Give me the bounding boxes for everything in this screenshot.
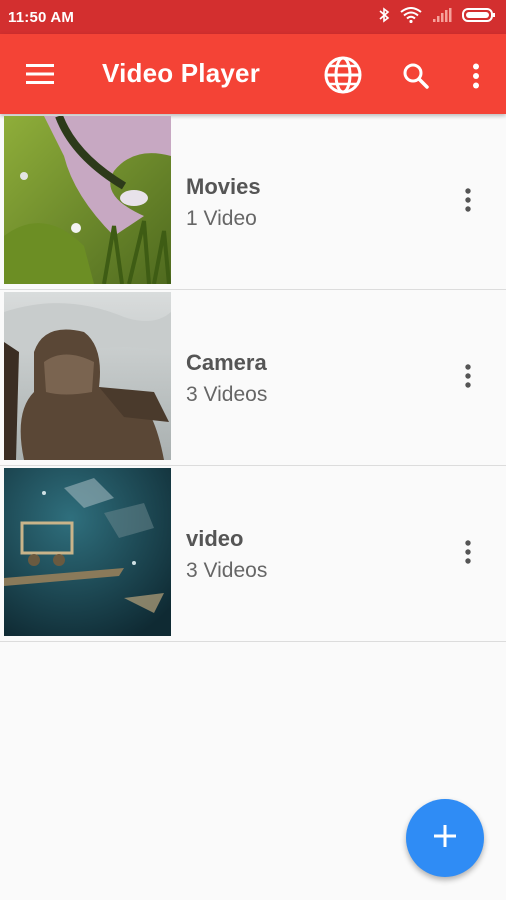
folder-video-count: 1 Video bbox=[186, 207, 257, 230]
signal-icon bbox=[432, 7, 452, 27]
more-vert-icon[interactable] bbox=[452, 536, 484, 568]
battery-icon bbox=[462, 7, 496, 28]
globe-icon[interactable] bbox=[320, 52, 366, 98]
folder-thumbnail bbox=[4, 116, 171, 284]
bluetooth-icon bbox=[378, 6, 390, 28]
status-time: 11:50 AM bbox=[8, 8, 75, 26]
folder-name: Movies bbox=[186, 174, 261, 199]
add-button[interactable] bbox=[406, 799, 484, 877]
app-title: Video Player bbox=[102, 58, 261, 88]
more-vert-icon[interactable] bbox=[452, 184, 484, 216]
folder-video-count: 3 Videos bbox=[186, 383, 268, 406]
folder-row[interactable]: Camera 3 Videos bbox=[0, 290, 506, 466]
folder-thumbnail bbox=[4, 468, 171, 636]
status-bar: 11:50 AM bbox=[0, 0, 506, 34]
plus-icon bbox=[433, 824, 457, 853]
folder-row[interactable]: Movies 1 Video bbox=[0, 114, 506, 290]
folder-row[interactable]: video 3 Videos bbox=[0, 466, 506, 642]
status-icons bbox=[378, 6, 496, 28]
menu-icon[interactable] bbox=[18, 56, 62, 92]
folder-thumbnail bbox=[4, 292, 171, 460]
folder-name: Camera bbox=[186, 350, 267, 375]
folder-name: video bbox=[186, 526, 244, 551]
search-icon[interactable] bbox=[396, 56, 436, 96]
more-vert-icon[interactable] bbox=[456, 56, 496, 96]
folder-list: Movies 1 Video Camera 3 Videos video 3 V… bbox=[0, 114, 506, 642]
folder-video-count: 3 Videos bbox=[186, 559, 268, 582]
app-toolbar: Video Player bbox=[0, 34, 506, 114]
wifi-icon bbox=[400, 6, 422, 28]
more-vert-icon[interactable] bbox=[452, 360, 484, 392]
